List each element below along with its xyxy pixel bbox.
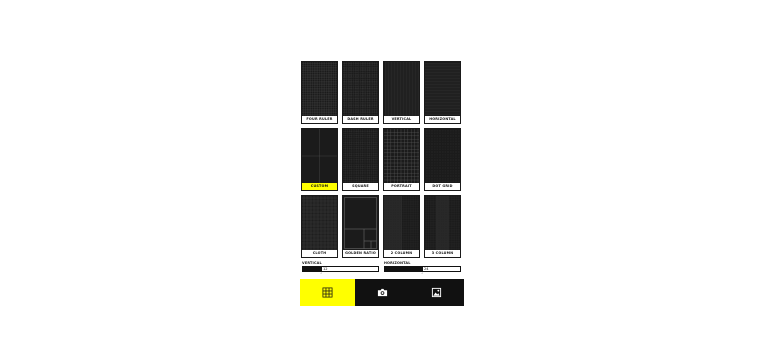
- grid-preview: [343, 129, 378, 183]
- tab-gallery[interactable]: [409, 279, 465, 306]
- grid-preview: [384, 62, 419, 116]
- grid-option-label: FOUR RULER: [302, 116, 337, 123]
- tab-grids[interactable]: [300, 279, 355, 306]
- grid-preview: [425, 62, 460, 116]
- grid-option-label: 2 COLUMN: [384, 250, 419, 257]
- grid-app: FOUR RULER DASH RULER VERTICAL HORIZONTA…: [300, 60, 465, 306]
- grid-option-label: SQUARE: [343, 183, 378, 190]
- grid-option-label: PORTRAIT: [384, 183, 419, 190]
- grid-style-picker: FOUR RULER DASH RULER VERTICAL HORIZONTA…: [301, 61, 461, 258]
- horizontal-slider-fill: [385, 267, 423, 271]
- vertical-slider-handle[interactable]: ⌃: [320, 272, 323, 276]
- vertical-slider-fill: [303, 267, 322, 271]
- grid-option-label: DOT GRID: [425, 183, 460, 190]
- grid-option-2-column[interactable]: 2 COLUMN: [383, 195, 420, 258]
- grid-pattern: [302, 62, 337, 116]
- horizontal-slider-handle[interactable]: ⌃: [421, 272, 424, 276]
- grid-pattern: [425, 196, 460, 250]
- grid-pattern: [343, 196, 378, 250]
- grid-option-custom[interactable]: CUSTOM: [301, 128, 338, 191]
- grid-option-dash-ruler[interactable]: DASH RULER: [342, 61, 379, 124]
- camera-icon: [377, 288, 387, 297]
- grid-preview: [302, 196, 337, 250]
- grid-pattern: [384, 129, 419, 183]
- grid-option-label: CUSTOM: [302, 183, 337, 190]
- grid-option-label: GOLDEN RATIO: [343, 250, 378, 257]
- grid-option-label: HORIZONTAL: [425, 116, 460, 123]
- grid-option-four-ruler[interactable]: FOUR RULER: [301, 61, 338, 124]
- vertical-slider-value: 12: [323, 267, 328, 271]
- grid-option-vertical[interactable]: VERTICAL: [383, 61, 420, 124]
- tab-camera[interactable]: [354, 279, 410, 306]
- grid-option-square[interactable]: SQUARE: [342, 128, 379, 191]
- grid-pattern: [425, 129, 460, 183]
- grid-option-3-column[interactable]: 3 COLUMN: [424, 195, 461, 258]
- grid-option-horizontal[interactable]: HORIZONTAL: [424, 61, 461, 124]
- grid-preview: [425, 129, 460, 183]
- grid-option-label: VERTICAL: [384, 116, 419, 123]
- vertical-slider[interactable]: VERTICAL 12 ⌃: [302, 261, 379, 276]
- horizontal-slider[interactable]: HORIZONTAL 24 ⌃: [384, 261, 461, 276]
- grid-option-portrait[interactable]: PORTRAIT: [383, 128, 420, 191]
- grid-option-golden-ratio[interactable]: GOLDEN RATIO: [342, 195, 379, 258]
- grid-pattern: [343, 62, 378, 116]
- gallery-icon: [432, 287, 442, 298]
- grid-preview: [302, 129, 337, 183]
- grid-preview: [343, 196, 378, 250]
- grid-option-cloth[interactable]: CLOTH: [301, 195, 338, 258]
- grid-density-controls: VERTICAL 12 ⌃ HORIZONTAL 24 ⌃: [302, 261, 462, 277]
- grid-preview: [425, 196, 460, 250]
- grid-option-label: 3 COLUMN: [425, 250, 460, 257]
- grid-pattern: [425, 62, 460, 116]
- grid-option-dot-grid[interactable]: DOT GRID: [424, 128, 461, 191]
- grid-pattern: [384, 62, 419, 116]
- grid-option-label: DASH RULER: [343, 116, 378, 123]
- grid-preview: [384, 196, 419, 250]
- grid-icon: [322, 287, 333, 298]
- grid-pattern: [343, 129, 378, 183]
- grid-preview: [343, 62, 378, 116]
- vertical-slider-track[interactable]: 12: [302, 266, 379, 272]
- grid-preview: [384, 129, 419, 183]
- grid-option-label: CLOTH: [302, 250, 337, 257]
- grid-preview: [302, 62, 337, 116]
- horizontal-slider-value: 24: [424, 267, 429, 271]
- grid-pattern: [302, 129, 337, 183]
- grid-pattern: [302, 196, 337, 250]
- bottom-tab-bar: [300, 279, 465, 306]
- grid-pattern: [384, 196, 419, 250]
